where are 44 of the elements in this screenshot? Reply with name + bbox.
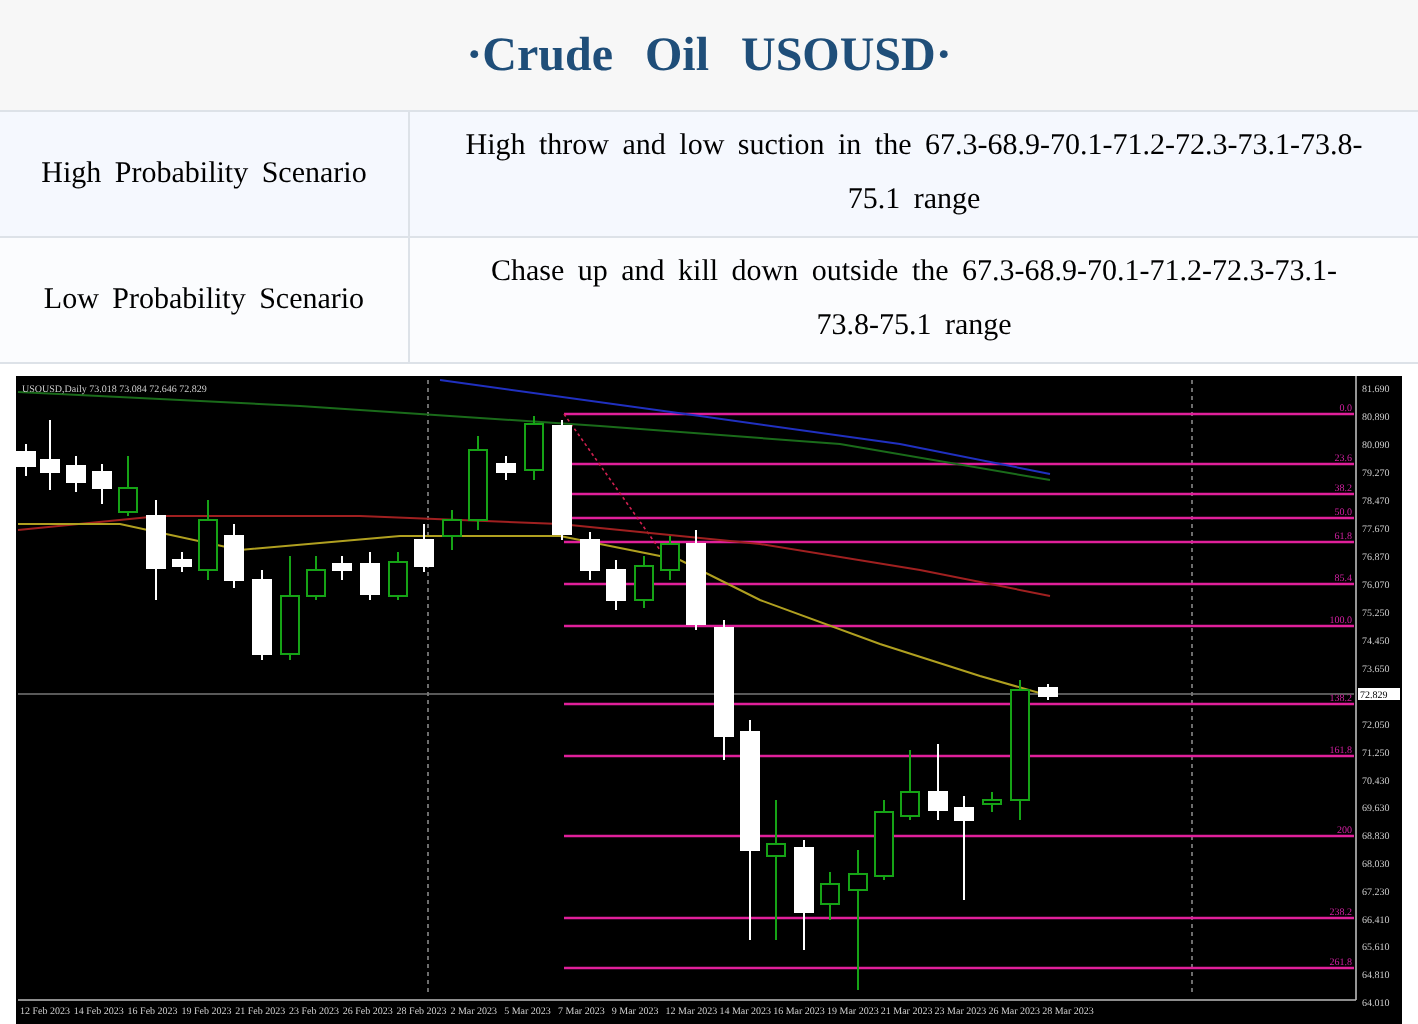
candlestick [954, 795, 974, 901]
candlestick [40, 419, 60, 491]
candlestick [414, 523, 434, 573]
candlestick [820, 871, 840, 921]
candlestick [848, 849, 868, 991]
candlestick [468, 435, 488, 531]
candlestick [66, 455, 86, 493]
candlestick [332, 555, 352, 581]
scenario-description: High throw and low suction in the 67.3-68.9-70.1-71.2-72.3-73.1-73.8-75.1 range [464, 128, 1364, 220]
candlestick [982, 791, 1002, 813]
candlestick [16, 443, 36, 477]
candlestick [900, 749, 920, 821]
candlestick [580, 531, 600, 581]
candlestick [794, 839, 814, 951]
candlestick [92, 463, 112, 505]
candlestick [198, 499, 218, 581]
candlestick [928, 743, 948, 821]
candlestick [552, 419, 572, 541]
candlestick [252, 569, 272, 661]
scenario-label: Low Probability Scenario [43, 281, 365, 320]
candlestick [388, 551, 408, 601]
candlestick [1038, 683, 1058, 701]
candlestick [118, 455, 138, 517]
candlestick [172, 551, 192, 573]
trend-line [563, 413, 661, 551]
candlestick [442, 509, 462, 551]
candlestick [686, 529, 706, 631]
candlestick [634, 555, 654, 609]
candlestick [606, 559, 626, 611]
candlestick [280, 555, 300, 661]
candlestick [224, 523, 244, 589]
candlestick [714, 619, 734, 761]
candlestick [496, 455, 516, 481]
candlestick [306, 555, 326, 601]
candlestick [660, 535, 680, 581]
candlestick [766, 799, 786, 941]
candlestick [874, 799, 894, 881]
page-title: ·Crude Oil USOUSD· [466, 27, 952, 85]
candlestick [524, 415, 544, 481]
scenario-description: Chase up and kill down outside the 67.3-68.9-70.1-71.2-72.3-73.1-73.8-75.1 range [488, 254, 1340, 346]
scenario-label: High Probability Scenario [41, 155, 367, 194]
candlestick [146, 499, 166, 601]
candlestick [1010, 679, 1030, 821]
candlestick [360, 551, 380, 601]
